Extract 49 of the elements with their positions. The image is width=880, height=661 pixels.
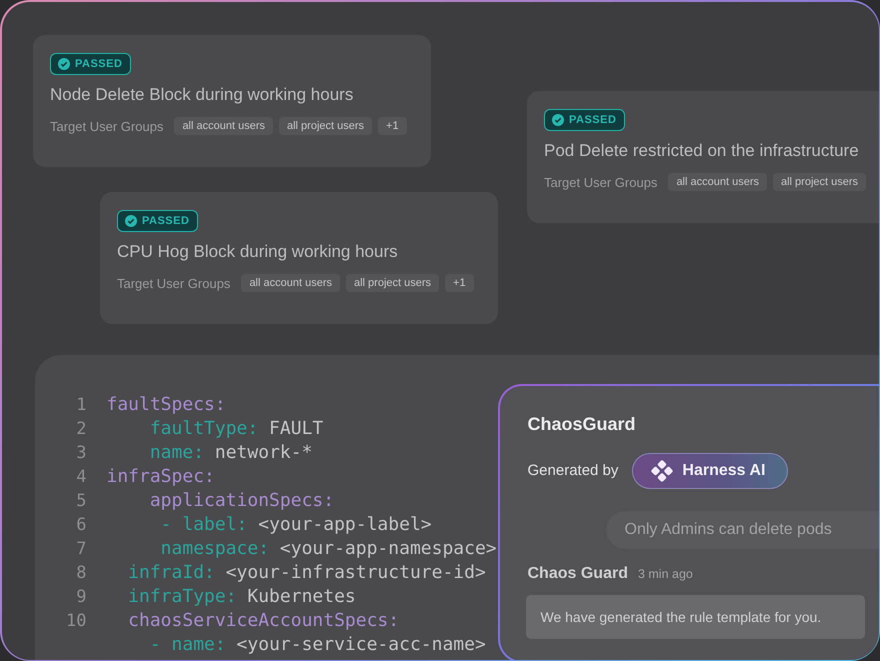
line-number: 4 — [75, 466, 86, 488]
check-circle-icon — [125, 215, 137, 227]
code-line: name: network-* — [148, 440, 312, 464]
line-number: 7 — [75, 538, 86, 560]
check-circle-icon — [552, 114, 564, 126]
code-line: applicationSpecs: — [148, 488, 334, 512]
reply-time: 3 min ago — [638, 566, 693, 580]
groups-label: Target User Groups — [117, 276, 230, 290]
line-number: 10 — [65, 610, 86, 632]
code-line: - label: <your-app-label> — [160, 512, 432, 536]
code-line: faultSpecs: — [106, 392, 226, 416]
code-line: infraSpec: — [106, 464, 215, 488]
generated-by-label: Generated by — [528, 462, 618, 479]
line-number: 8 — [75, 562, 86, 584]
line-number: 9 — [75, 586, 86, 608]
code-line: - name: <your-service-acc-name> — [148, 632, 486, 656]
code-line: faultType: FAULT — [148, 416, 324, 440]
user-group-tag: all account users — [174, 117, 273, 135]
code-line: infraType: Kubernetes — [127, 584, 356, 608]
line-number: 1 — [75, 394, 86, 416]
groups-label: Target User Groups — [50, 118, 164, 134]
status-badge: PASSED — [117, 210, 198, 232]
user-message: Only Admins can delete pods — [606, 510, 878, 548]
code-line: namespace: <your-app-namespace> — [160, 536, 497, 560]
groups-label: Target User Groups — [544, 174, 658, 190]
line-number: 5 — [75, 490, 86, 512]
panel-title: ChaosGuard — [528, 414, 637, 434]
line-number: 2 — [75, 418, 86, 440]
four-dot-diamond-icon — [651, 460, 674, 482]
line-number: 6 — [75, 514, 86, 536]
user-group-tag: +1 — [378, 117, 407, 135]
status-badge: PASSED — [50, 53, 132, 75]
code-line: chaosServiceAccountSpecs: — [127, 608, 400, 632]
line-number: 3 — [75, 442, 86, 464]
user-group-tag: all project users — [278, 117, 372, 135]
code-line: infraId: <your-infrastructure-id> — [127, 560, 486, 584]
policy-title: Node Delete Block during working hours — [50, 85, 354, 105]
reply-message: We have generated the rule template for you. — [526, 594, 864, 638]
user-group-tag: all project users — [772, 173, 866, 191]
status-badge: PASSED — [544, 109, 626, 131]
user-group-tag: all project users — [346, 274, 440, 292]
policy-title: Pod Delete restricted on the infrastructure — [544, 141, 860, 161]
policy-title: CPU Hog Block during working hours — [117, 242, 399, 262]
check-circle-icon — [58, 58, 70, 70]
user-group-tag: +1 — [445, 274, 474, 292]
reply-author: Chaos Guard — [528, 564, 628, 582]
user-group-tag: all account users — [668, 173, 767, 191]
ai-badge[interactable]: Harness AI — [632, 452, 788, 488]
user-group-tag: all account users — [241, 274, 340, 292]
